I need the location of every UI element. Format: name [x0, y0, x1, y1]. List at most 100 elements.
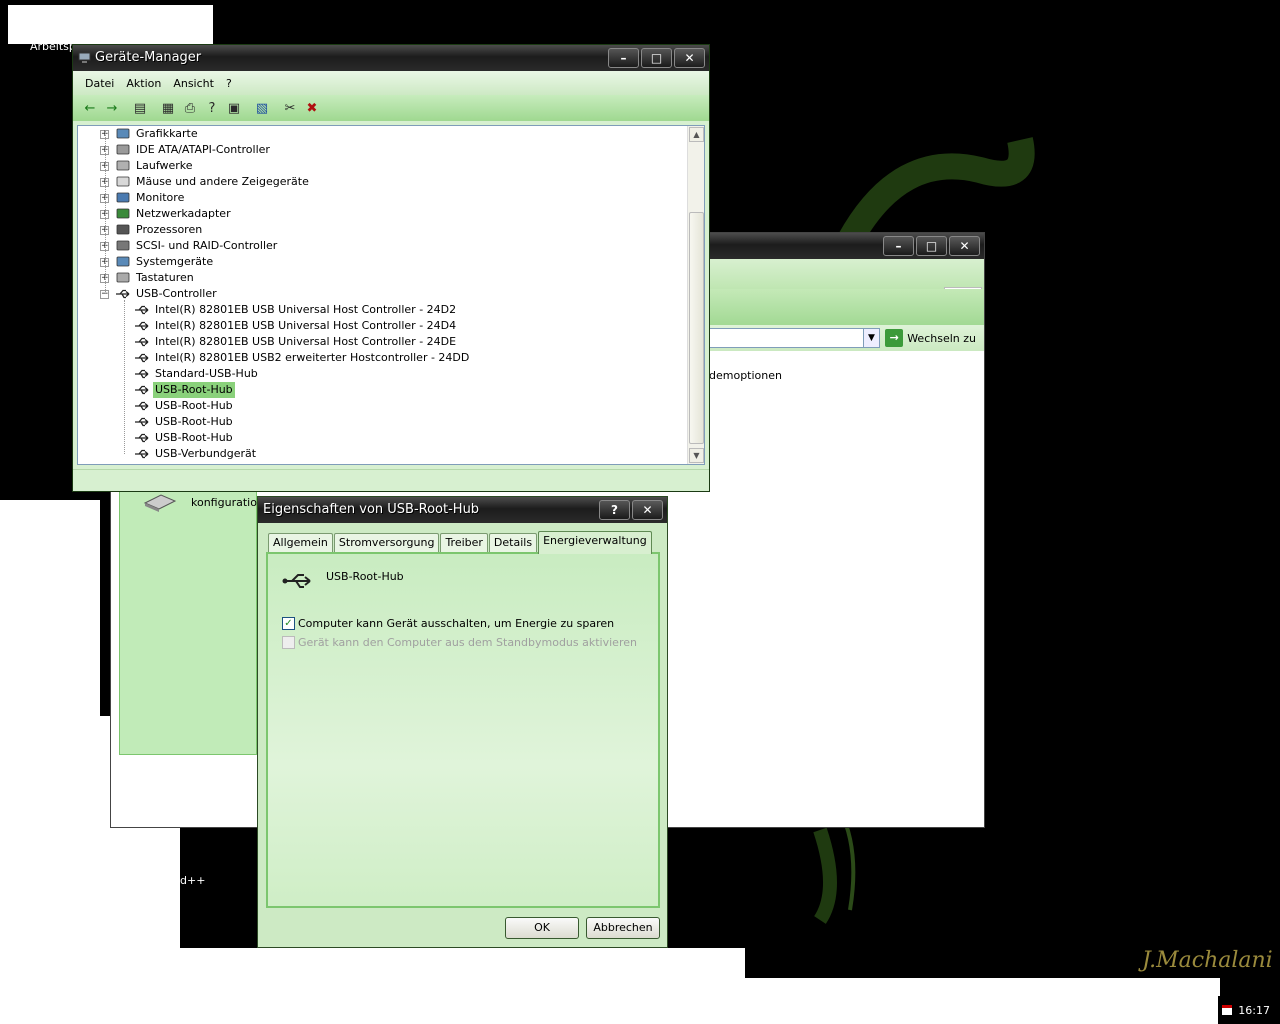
device-manager-window: Geräte-Manager – □ ✕ Datei Aktion Ansich…: [72, 44, 710, 492]
scan-hardware-icon[interactable]: ▧: [251, 98, 273, 118]
monitor-icon: [115, 191, 131, 205]
tree-item-label: Grafikkarte: [136, 127, 198, 140]
tab-strip: Allgemein Stromversorgung Treiber Detail…: [268, 531, 653, 554]
tree-item-label: SCSI- und RAID-Controller: [136, 239, 278, 252]
clock[interactable]: 16:17: [1238, 1004, 1270, 1017]
wallpaper-signature: J.Machalani: [1142, 948, 1273, 973]
scroll-down-button[interactable]: ▼: [689, 448, 704, 463]
tree-item-label: USB-Root-Hub: [155, 415, 233, 428]
scroll-up-button[interactable]: ▲: [689, 127, 704, 142]
tab-stromversorgung[interactable]: Stromversorgung: [333, 533, 440, 553]
tree-item[interactable]: USB-Root-Hub: [134, 398, 235, 414]
tree-scrollbar[interactable]: ▲ ▼: [687, 126, 704, 464]
desktop-white-area-bottom: [180, 948, 745, 1024]
minimize-button[interactable]: –: [883, 236, 914, 256]
tree-item-label: Systemgeräte: [136, 255, 214, 268]
tree-item[interactable]: USB-Root-Hub: [134, 382, 235, 398]
help-icon[interactable]: ?: [201, 98, 223, 118]
desktop-white-area-top: [8, 5, 213, 44]
usb-icon: [134, 447, 150, 461]
menu-bar: Datei Aktion Ansicht ?: [73, 71, 709, 95]
option-wake-computer-label: Gerät kann den Computer aus dem Standbym…: [298, 636, 637, 649]
option-allow-power-off[interactable]: ✓ Computer kann Gerät ausschalten, um En…: [282, 617, 614, 630]
checkbox-checked[interactable]: ✓: [282, 617, 295, 630]
usb-icon: [115, 287, 131, 301]
system-tray: 16:17: [1218, 996, 1280, 1024]
usb-icon: [134, 415, 150, 429]
tree-item[interactable]: + Systemgeräte: [100, 254, 215, 270]
tree-item[interactable]: + Prozessoren: [100, 222, 204, 238]
tree-item[interactable]: + Grafikkarte: [100, 126, 200, 142]
tree-item[interactable]: Intel(R) 82801EB USB Universal Host Cont…: [134, 318, 458, 334]
tree-item[interactable]: + Laufwerke: [100, 158, 195, 174]
disable-device-icon[interactable]: ✖: [301, 98, 323, 118]
device-tree[interactable]: + Grafikkarte + IDE ATA/ATAPI-Controller + La…: [77, 125, 705, 465]
minimize-button[interactable]: –: [608, 48, 639, 68]
tree-item-label-selected: USB-Root-Hub: [153, 382, 235, 398]
tree-connector-line: [124, 300, 125, 454]
tab-allgemein[interactable]: Allgemein: [268, 533, 333, 553]
maximize-button[interactable]: □: [916, 236, 947, 256]
usb-icon: [282, 574, 311, 588]
tree-item-label: IDE ATA/ATAPI-Controller: [136, 143, 270, 156]
menu-datei[interactable]: Datei: [79, 77, 120, 90]
tab-treiber[interactable]: Treiber: [440, 533, 488, 553]
tree-item[interactable]: + Mäuse und andere Zeigegeräte: [100, 174, 311, 190]
ok-button[interactable]: OK: [505, 917, 579, 939]
properties-titlebar[interactable]: Eigenschaften von USB-Root-Hub ? ✕: [258, 497, 667, 523]
desktop-white-area-bottom2: [740, 978, 1220, 1024]
menu-help[interactable]: ?: [220, 77, 238, 90]
menu-aktion[interactable]: Aktion: [120, 77, 167, 90]
tree-item[interactable]: − USB-Controller: [100, 286, 219, 302]
tab-details[interactable]: Details: [488, 533, 538, 553]
forward-arrow-icon[interactable]: →: [101, 98, 123, 118]
tree-item[interactable]: + Tastaturen: [100, 270, 196, 286]
scroll-thumb[interactable]: [689, 212, 704, 444]
tree-item[interactable]: USB-Verbundgerät: [134, 446, 258, 462]
mouse-icon: [115, 175, 131, 189]
tree-item[interactable]: + Netzwerkadapter: [100, 206, 233, 222]
tree-view-icon[interactable]: ▤: [129, 98, 151, 118]
tree-item[interactable]: Intel(R) 82801EB USB Universal Host Cont…: [134, 334, 458, 350]
properties-icon[interactable]: ▦: [157, 98, 179, 118]
device-manager-icon: [78, 52, 91, 63]
tree-item[interactable]: USB-Root-Hub: [134, 430, 235, 446]
uninstall-icon[interactable]: ✂: [279, 98, 301, 118]
tree-item-label: Intel(R) 82801EB USB Universal Host Cont…: [155, 335, 457, 348]
tab-energieverwaltung[interactable]: Energieverwaltung: [538, 531, 652, 554]
usb-icon: [134, 319, 150, 333]
properties-dialog: Eigenschaften von USB-Root-Hub ? ✕ Allge…: [257, 496, 668, 948]
tree-item[interactable]: + IDE ATA/ATAPI-Controller: [100, 142, 272, 158]
close-button[interactable]: ✕: [674, 48, 705, 68]
help-button[interactable]: ?: [599, 500, 630, 520]
tree-item[interactable]: Intel(R) 82801EB USB Universal Host Cont…: [134, 302, 458, 318]
maximize-button[interactable]: □: [641, 48, 672, 68]
tree-item[interactable]: Intel(R) 82801EB USB2 erweiterter Hostco…: [134, 350, 471, 366]
tree-item-label: Mäuse und andere Zeigegeräte: [136, 175, 309, 188]
toolbar: ← → ▤ ▦ ⎙ ? ▣ ▧ ✂ ✖: [73, 95, 709, 121]
checkbox-disabled: [282, 636, 295, 649]
back-arrow-icon[interactable]: ←: [79, 98, 101, 118]
cancel-button[interactable]: Abbrechen: [586, 917, 660, 939]
scsi-icon: [115, 239, 131, 253]
usb-icon: [134, 383, 150, 397]
close-button[interactable]: ✕: [949, 236, 980, 256]
usb-icon: [134, 431, 150, 445]
tree-item[interactable]: + Monitore: [100, 190, 186, 206]
hardware-icon: [143, 494, 177, 512]
tree-item[interactable]: + SCSI- und RAID-Controller: [100, 238, 279, 254]
address-dropdown-button[interactable]: ▼: [863, 328, 880, 348]
properties-title: Eigenschaften von USB-Root-Hub: [263, 502, 480, 517]
tree-item[interactable]: USB-Root-Hub: [134, 414, 235, 430]
tree-item-label: Intel(R) 82801EB USB Universal Host Cont…: [155, 319, 457, 332]
tray-icon[interactable]: [1222, 1005, 1232, 1015]
menu-ansicht[interactable]: Ansicht: [167, 77, 220, 90]
tree-item[interactable]: Standard-USB-Hub: [134, 366, 260, 382]
print-icon[interactable]: ⎙: [179, 98, 201, 118]
device-manager-titlebar[interactable]: Geräte-Manager – □ ✕: [73, 45, 709, 71]
go-button[interactable]: → Wechseln zu: [885, 328, 976, 348]
ide-controller-icon: [115, 143, 131, 157]
show-hidden-icon[interactable]: ▣: [223, 98, 245, 118]
close-button[interactable]: ✕: [632, 500, 663, 520]
usb-icon: [134, 303, 150, 317]
